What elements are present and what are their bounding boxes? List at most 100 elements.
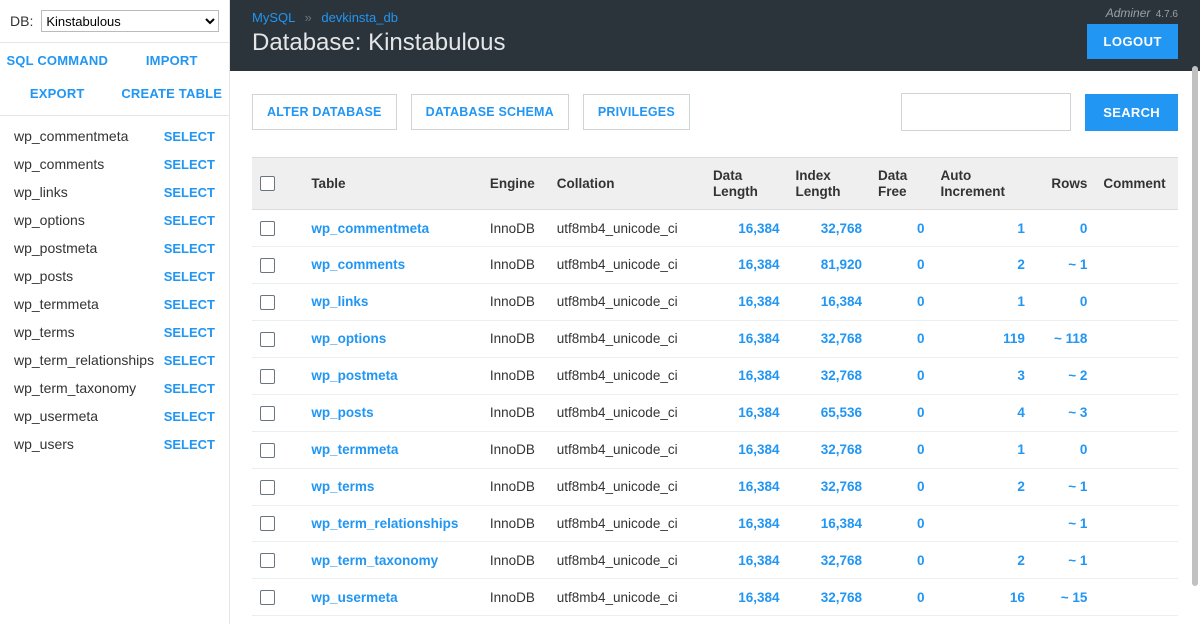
cell-data-free[interactable]: 0 <box>870 357 932 394</box>
row-checkbox[interactable] <box>260 221 275 236</box>
row-checkbox[interactable] <box>260 553 275 568</box>
cell-data-length[interactable]: 16,384 <box>705 283 788 320</box>
create-table-link[interactable]: CREATE TABLE <box>115 86 230 101</box>
cell-auto-increment[interactable]: 4 <box>933 394 1033 431</box>
sidebar-select-link[interactable]: SELECT <box>164 213 215 228</box>
table-name-link[interactable]: wp_terms <box>311 479 374 494</box>
cell-index-length[interactable]: 32,768 <box>787 468 870 505</box>
cell-data-free[interactable]: 0 <box>870 505 932 542</box>
export-link[interactable]: EXPORT <box>0 86 115 101</box>
sidebar-select-link[interactable]: SELECT <box>164 297 215 312</box>
cell-data-free[interactable]: 0 <box>870 394 932 431</box>
cell-index-length[interactable]: 32,768 <box>787 357 870 394</box>
row-checkbox[interactable] <box>260 443 275 458</box>
col-auto-increment[interactable]: AutoIncrement <box>933 158 1033 210</box>
import-link[interactable]: IMPORT <box>115 53 230 68</box>
cell-index-length[interactable]: 32,768 <box>787 579 870 616</box>
col-data-free[interactable]: DataFree <box>870 158 932 210</box>
sidebar-table-name[interactable]: wp_links <box>14 184 68 200</box>
cell-data-free[interactable]: 0 <box>870 210 932 247</box>
cell-rows[interactable]: ~ 1 <box>1033 542 1095 579</box>
table-name-link[interactable]: wp_commentmeta <box>311 221 429 236</box>
col-comment[interactable]: Comment <box>1095 158 1178 210</box>
cell-auto-increment[interactable]: 2 <box>933 468 1033 505</box>
cell-data-length[interactable]: 16,384 <box>705 320 788 357</box>
table-name-link[interactable]: wp_term_relationships <box>311 516 458 531</box>
alter-database-button[interactable]: ALTER DATABASE <box>252 94 397 130</box>
cell-rows[interactable]: ~ 118 <box>1033 320 1095 357</box>
sidebar-select-link[interactable]: SELECT <box>164 185 215 200</box>
search-input[interactable] <box>901 93 1071 131</box>
sql-command-link[interactable]: SQL COMMAND <box>0 53 115 68</box>
row-checkbox[interactable] <box>260 295 275 310</box>
cell-auto-increment[interactable]: 1 <box>933 431 1033 468</box>
table-name-link[interactable]: wp_options <box>311 331 386 346</box>
row-checkbox[interactable] <box>260 590 275 605</box>
cell-data-free[interactable]: 0 <box>870 246 932 283</box>
table-name-link[interactable]: wp_term_taxonomy <box>311 553 438 568</box>
cell-auto-increment[interactable] <box>933 505 1033 542</box>
row-checkbox[interactable] <box>260 516 275 531</box>
cell-rows[interactable]: ~ 3 <box>1033 394 1095 431</box>
row-checkbox[interactable] <box>260 480 275 495</box>
cell-rows[interactable]: ~ 1 <box>1033 468 1095 505</box>
cell-rows[interactable]: ~ 15 <box>1033 579 1095 616</box>
row-checkbox[interactable] <box>260 258 275 273</box>
cell-rows[interactable]: 0 <box>1033 210 1095 247</box>
sidebar-select-link[interactable]: SELECT <box>164 129 215 144</box>
col-data-length[interactable]: DataLength <box>705 158 788 210</box>
cell-index-length[interactable]: 81,920 <box>787 246 870 283</box>
row-checkbox[interactable] <box>260 332 275 347</box>
cell-data-length[interactable]: 16,384 <box>705 431 788 468</box>
cell-auto-increment[interactable]: 119 <box>933 320 1033 357</box>
cell-index-length[interactable]: 65,536 <box>787 394 870 431</box>
cell-data-free[interactable]: 0 <box>870 579 932 616</box>
cell-index-length[interactable]: 32,768 <box>787 320 870 357</box>
col-collation[interactable]: Collation <box>549 158 705 210</box>
cell-data-length[interactable]: 16,384 <box>705 246 788 283</box>
cell-index-length[interactable]: 16,384 <box>787 505 870 542</box>
scrollbar[interactable] <box>1192 66 1198 586</box>
sidebar-table-name[interactable]: wp_postmeta <box>14 240 97 256</box>
sidebar-table-name[interactable]: wp_terms <box>14 324 75 340</box>
sidebar-table-name[interactable]: wp_comments <box>14 156 104 172</box>
row-checkbox[interactable] <box>260 369 275 384</box>
sidebar-select-link[interactable]: SELECT <box>164 437 215 452</box>
cell-data-length[interactable]: 16,384 <box>705 357 788 394</box>
database-schema-button[interactable]: DATABASE SCHEMA <box>411 94 569 130</box>
cell-data-free[interactable]: 0 <box>870 320 932 357</box>
col-engine[interactable]: Engine <box>482 158 549 210</box>
cell-auto-increment[interactable]: 2 <box>933 246 1033 283</box>
cell-auto-increment[interactable]: 3 <box>933 357 1033 394</box>
cell-data-free[interactable]: 0 <box>870 283 932 320</box>
sidebar-select-link[interactable]: SELECT <box>164 381 215 396</box>
cell-auto-increment[interactable]: 16 <box>933 579 1033 616</box>
table-name-link[interactable]: wp_postmeta <box>311 368 397 383</box>
sidebar-table-name[interactable]: wp_posts <box>14 268 73 284</box>
crumb-mysql[interactable]: MySQL <box>252 10 295 25</box>
row-checkbox[interactable] <box>260 406 275 421</box>
cell-data-length[interactable]: 16,384 <box>705 579 788 616</box>
cell-auto-increment[interactable]: 2 <box>933 542 1033 579</box>
cell-data-length[interactable]: 16,384 <box>705 542 788 579</box>
sidebar-table-name[interactable]: wp_options <box>14 212 85 228</box>
sidebar-select-link[interactable]: SELECT <box>164 157 215 172</box>
select-all-checkbox[interactable] <box>260 176 275 191</box>
cell-index-length[interactable]: 32,768 <box>787 431 870 468</box>
sidebar-table-name[interactable]: wp_termmeta <box>14 296 99 312</box>
col-table[interactable]: Table <box>303 158 482 210</box>
table-name-link[interactable]: wp_usermeta <box>311 590 397 605</box>
cell-rows[interactable]: 0 <box>1033 431 1095 468</box>
cell-data-length[interactable]: 16,384 <box>705 505 788 542</box>
logout-button[interactable]: LOGOUT <box>1087 24 1178 59</box>
sidebar-select-link[interactable]: SELECT <box>164 241 215 256</box>
table-name-link[interactable]: wp_posts <box>311 405 373 420</box>
cell-data-length[interactable]: 16,384 <box>705 394 788 431</box>
cell-rows[interactable]: ~ 1 <box>1033 505 1095 542</box>
privileges-button[interactable]: PRIVILEGES <box>583 94 690 130</box>
col-rows[interactable]: Rows <box>1033 158 1095 210</box>
sidebar-select-link[interactable]: SELECT <box>164 325 215 340</box>
cell-data-free[interactable]: 0 <box>870 431 932 468</box>
cell-data-length[interactable]: 16,384 <box>705 468 788 505</box>
sidebar-table-name[interactable]: wp_usermeta <box>14 408 98 424</box>
